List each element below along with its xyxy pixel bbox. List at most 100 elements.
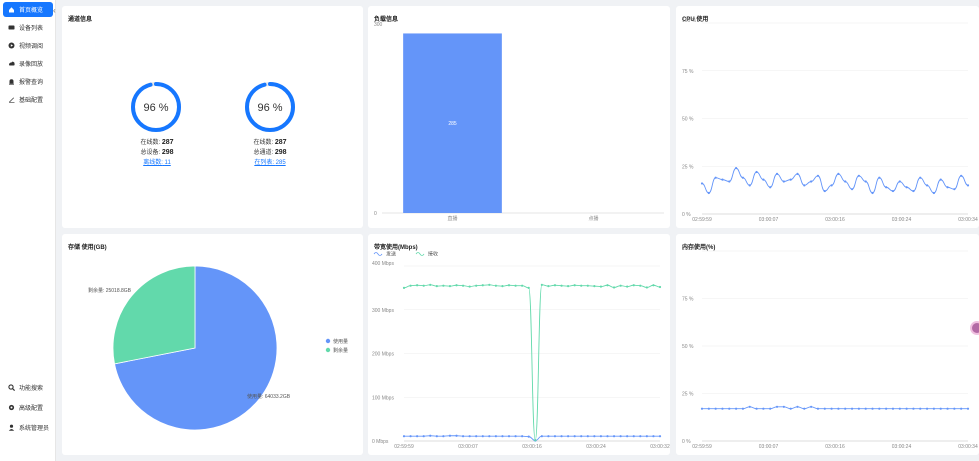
data-point[interactable] [514,284,517,287]
data-point[interactable] [639,284,642,287]
data-point[interactable] [925,184,929,187]
data-point[interactable] [789,407,792,410]
data-point[interactable] [416,284,419,287]
data-point[interactable] [567,285,570,288]
data-point[interactable] [475,435,478,438]
data-point[interactable] [898,180,901,183]
data-point[interactable] [748,184,751,187]
data-point[interactable] [782,180,785,183]
data-point[interactable] [521,284,524,287]
data-point[interactable] [429,283,432,286]
data-point[interactable] [803,184,806,187]
data-point[interactable] [435,285,438,288]
data-point[interactable] [700,182,704,185]
data-point[interactable] [816,407,820,410]
data-point[interactable] [507,284,511,287]
data-point[interactable] [501,285,504,288]
data-point[interactable] [567,435,570,438]
data-point[interactable] [573,435,576,438]
data-point[interactable] [823,407,826,410]
data-point[interactable] [455,284,458,287]
data-point[interactable] [762,407,765,410]
data-point[interactable] [586,284,589,287]
data-point[interactable] [481,284,484,287]
data-point[interactable] [864,407,867,410]
data-point[interactable] [468,285,471,288]
data-point[interactable] [593,435,596,438]
data-point[interactable] [748,405,751,408]
data-point[interactable] [461,284,465,287]
legend-label[interactable]: 剩余量 [333,347,348,354]
data-point[interactable] [700,407,704,410]
data-point[interactable] [639,435,642,438]
data-point[interactable] [448,434,452,437]
data-point[interactable] [871,191,874,195]
data-point[interactable] [442,284,445,287]
sidebar-item-video[interactable]: 视频调阅 [3,38,53,53]
data-point[interactable] [939,407,942,410]
data-point[interactable] [645,435,648,438]
data-point[interactable] [762,178,765,181]
data-point[interactable] [769,407,772,410]
data-point[interactable] [885,407,888,410]
floating-assistant-button[interactable] [970,321,979,335]
data-point[interactable] [830,407,833,410]
data-point[interactable] [429,434,432,437]
data-point[interactable] [422,435,425,438]
data-point[interactable] [912,407,915,410]
data-point[interactable] [580,435,583,438]
data-point[interactable] [593,285,596,288]
data-point[interactable] [721,178,724,181]
data-point[interactable] [652,284,655,287]
data-point[interactable] [507,435,511,438]
data-point[interactable] [816,174,820,177]
data-point[interactable] [632,284,635,287]
data-point[interactable] [416,435,419,438]
data-point[interactable] [468,435,471,438]
data-point[interactable] [735,167,738,170]
sidebar-item-config[interactable]: 基础配置 [3,92,53,107]
data-point[interactable] [966,407,970,410]
sidebar-item-user[interactable]: 系统管理员 [3,420,53,435]
data-point[interactable] [878,176,881,179]
data-point[interactable] [612,286,616,289]
data-point[interactable] [775,172,779,175]
data-point[interactable] [844,180,847,183]
data-point[interactable] [409,284,412,287]
data-point[interactable] [599,435,603,438]
data-point[interactable] [925,407,929,410]
data-point[interactable] [769,186,772,189]
data-point[interactable] [402,286,406,289]
data-point[interactable] [652,435,655,438]
data-point[interactable] [714,407,717,410]
data-point[interactable] [735,407,738,410]
device-offline-link[interactable]: 离线数: 11 [117,158,197,168]
data-point[interactable] [455,434,458,437]
data-point[interactable] [560,435,563,438]
data-point[interactable] [553,284,557,287]
data-point[interactable] [488,435,491,438]
data-point[interactable] [755,170,758,174]
data-point[interactable] [586,435,589,438]
data-point[interactable] [905,407,908,410]
data-point[interactable] [599,285,603,288]
data-point[interactable] [448,285,452,288]
data-point[interactable] [553,435,557,438]
data-point[interactable] [573,284,576,287]
data-point[interactable] [402,435,406,438]
data-point[interactable] [580,284,583,287]
data-point[interactable] [714,176,717,179]
data-point[interactable] [789,178,792,181]
data-point[interactable] [494,435,497,438]
data-point[interactable] [435,435,438,438]
data-point[interactable] [606,435,609,438]
data-point[interactable] [898,407,901,410]
data-point[interactable] [891,189,895,193]
data-point[interactable] [837,172,840,175]
data-point[interactable] [946,186,949,189]
data-point[interactable] [728,180,731,183]
data-point[interactable] [782,405,785,408]
data-point[interactable] [619,435,622,438]
legend-label[interactable]: 使用量 [333,338,348,345]
data-point[interactable] [721,407,724,410]
